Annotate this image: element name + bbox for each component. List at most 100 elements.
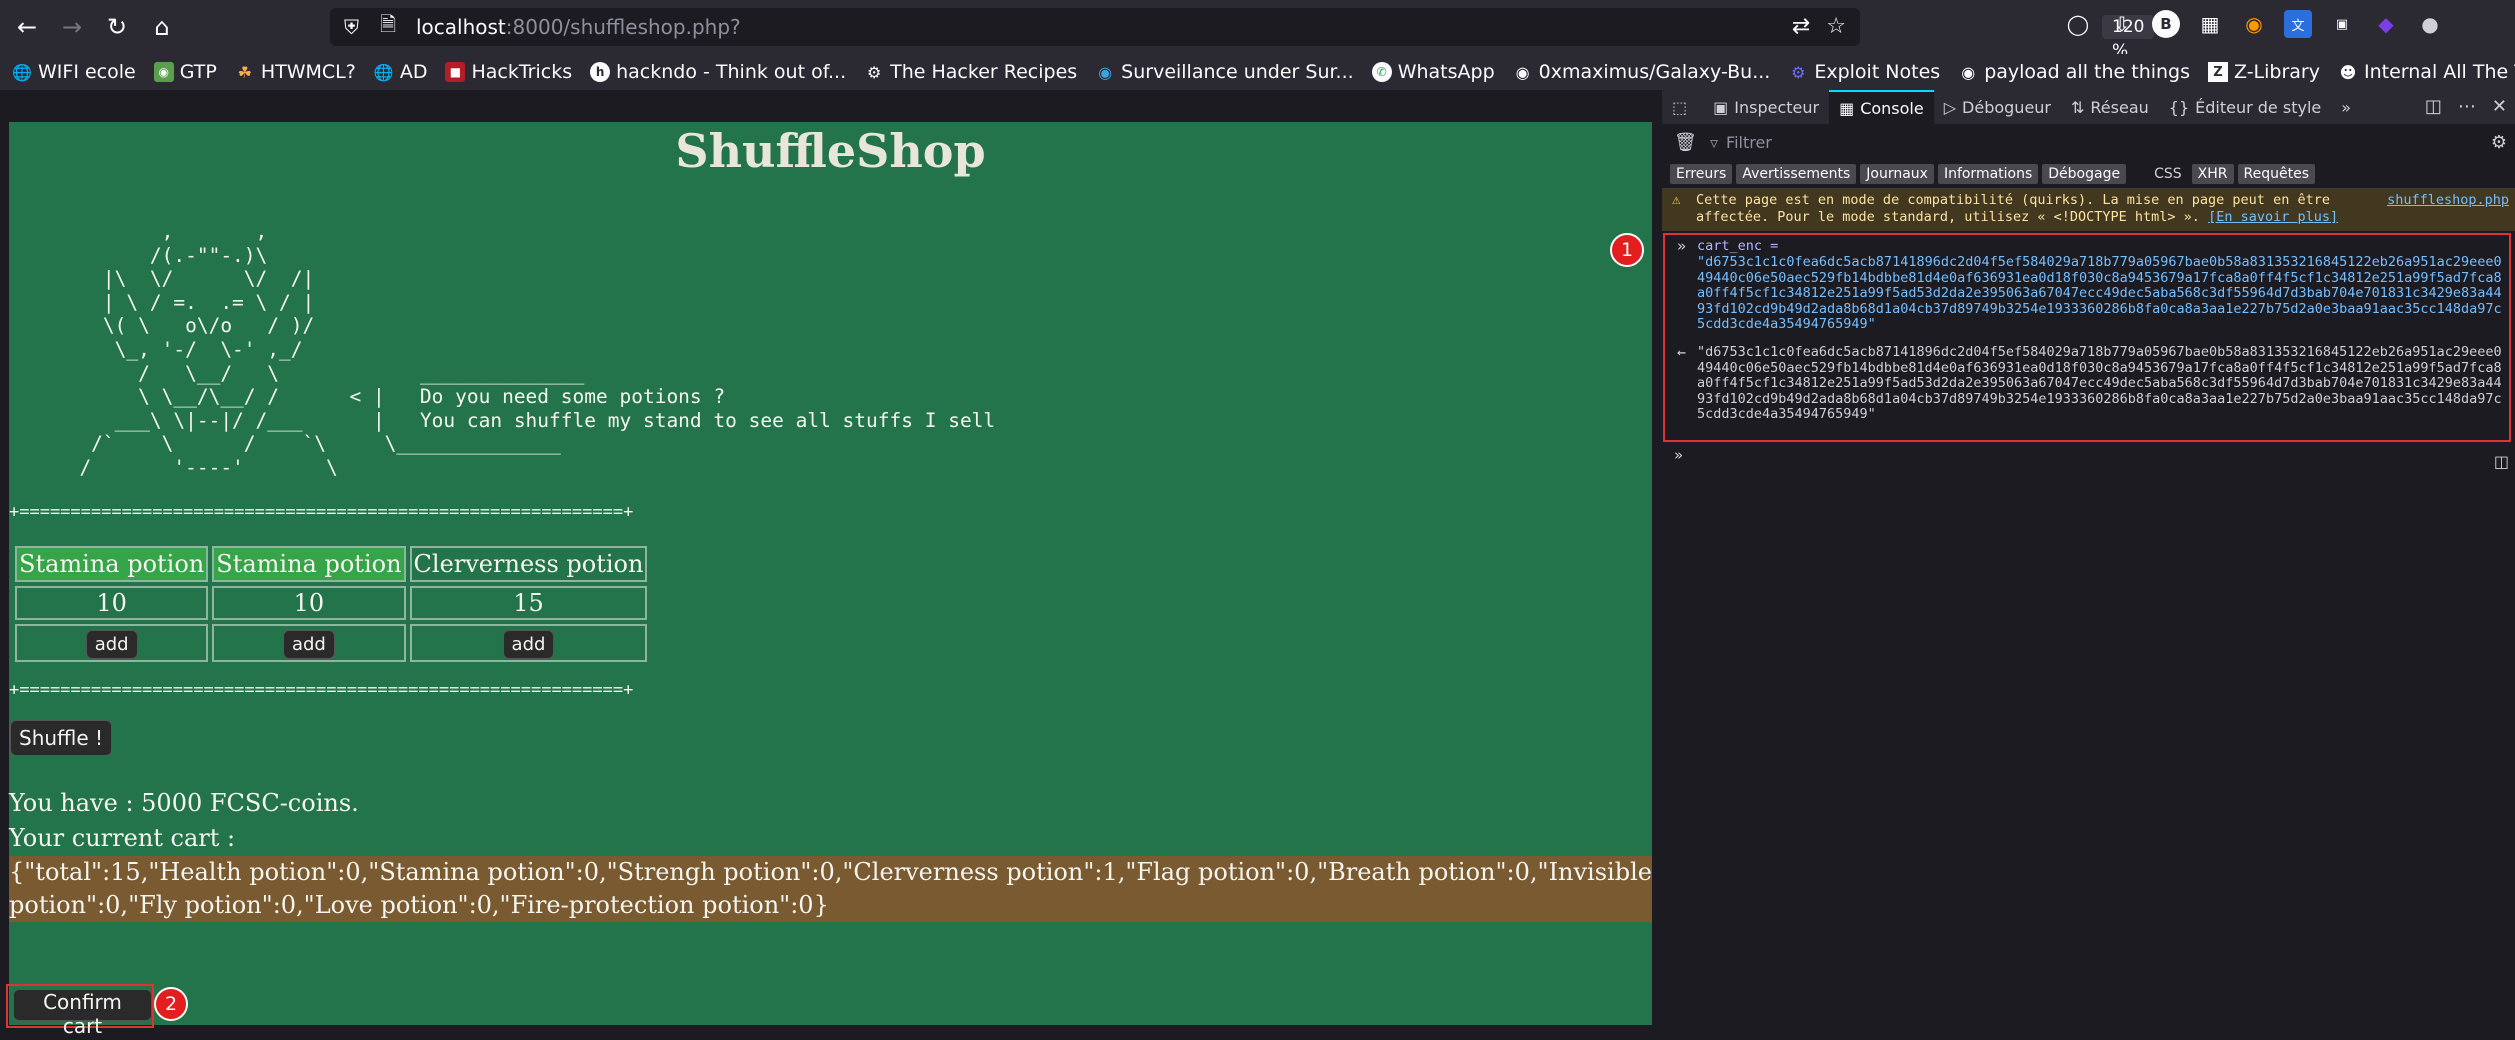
- bookmark-label: hackndo - Think out of...: [616, 61, 847, 83]
- bookmark-label: 0xmaximus/Galaxy-Bu...: [1538, 61, 1771, 83]
- profile-icon[interactable]: ●: [2416, 10, 2444, 38]
- bookmark-label: GTP: [179, 61, 217, 83]
- forward-arrow-icon[interactable]: →: [55, 10, 89, 44]
- extension-b-icon[interactable]: B: [2152, 10, 2180, 38]
- cart-contents: {"total":15,"Health potion":0,"Stamina p…: [9, 856, 1652, 922]
- pick-element-button[interactable]: ⬚: [1662, 90, 1703, 124]
- bookmark-label: WhatsApp: [1397, 61, 1495, 83]
- network-icon: ⇅: [2071, 97, 2085, 117]
- bookmark-item[interactable]: 🌐 WIFI ecole: [12, 61, 136, 83]
- filter-css[interactable]: CSS: [2148, 164, 2188, 184]
- add-to-cart-button[interactable]: add: [502, 629, 555, 659]
- tab-console[interactable]: ▦ Console: [1829, 90, 1934, 124]
- bookmark-label: HTWMCL?: [260, 61, 356, 83]
- filter-logs[interactable]: Journaux: [1860, 164, 1934, 184]
- bookmark-label: Exploit Notes: [1814, 61, 1941, 83]
- filter-warnings[interactable]: Avertissements: [1736, 164, 1857, 184]
- shuffle-button[interactable]: Shuffle !: [10, 720, 113, 756]
- tab-debugger[interactable]: ▷ Débogueur: [1934, 90, 2061, 124]
- warning-source-link[interactable]: shuffleshop.php: [2387, 192, 2509, 209]
- devtools-panel: ⬚ ▣ Inspecteur ▦ Console ▷ Débogueur ⇅ Résea…: [1662, 90, 2515, 1040]
- gtp-icon: ◉: [153, 62, 174, 82]
- foxyproxy-icon[interactable]: ◉: [2240, 10, 2268, 38]
- bookmark-item[interactable]: ☘ HTWMCL?: [235, 61, 356, 83]
- github-icon: ◉: [1515, 62, 1530, 82]
- puzzle-extensions-icon[interactable]: ▦: [2196, 10, 2224, 38]
- bookmark-item[interactable]: ◉ Surveillance under Sur...: [1095, 61, 1354, 83]
- filter-errors[interactable]: Erreurs: [1670, 164, 1733, 184]
- filter-info[interactable]: Informations: [1937, 164, 2039, 184]
- console-filter-input[interactable]: Filtrer: [1726, 133, 1772, 152]
- reload-icon[interactable]: ↻: [100, 10, 134, 44]
- wappalyzer-icon[interactable]: ◆: [2372, 10, 2400, 38]
- pick-element-icon: ⬚: [1672, 97, 1688, 117]
- whatsapp-icon: ✆: [1371, 62, 1392, 82]
- ascii-art-merchant: , , /(.-""-.)\ |\ \/ \/ /| | \ / =. .= \…: [79, 220, 996, 479]
- product-name: Clerverness potion: [409, 546, 648, 582]
- product-action-cell: add: [212, 624, 406, 662]
- filter-debug[interactable]: Débogage: [2042, 164, 2127, 184]
- tab-style-editor[interactable]: {} Éditeur de style: [2159, 90, 2331, 124]
- eye-icon: ◉: [1098, 62, 1113, 82]
- download-icon[interactable]: ⇩: [2108, 10, 2136, 38]
- page-title: ShuffleShop: [675, 124, 986, 178]
- dock-side-icon[interactable]: ◫: [2425, 96, 2442, 117]
- console-input-prompt-icon[interactable]: »: [1674, 446, 1683, 464]
- gear-icon[interactable]: ⚙: [2491, 132, 2507, 153]
- tab-network[interactable]: ⇅ Réseau: [2061, 90, 2159, 124]
- style-editor-icon: {}: [2168, 97, 2190, 117]
- browser-toolbar: ← → ↻ ⌂ ⛨ 🗎 localhost:8000/shuffleshop.p…: [0, 0, 2515, 61]
- product-price: 15: [409, 586, 648, 620]
- add-to-cart-button[interactable]: add: [282, 629, 335, 659]
- translate-icon[interactable]: ⇄: [1792, 14, 1810, 39]
- back-arrow-icon[interactable]: ←: [10, 10, 44, 44]
- chevron-double-right-icon: »: [2341, 97, 2352, 117]
- bookmark-label: The Hacker Recipes: [890, 61, 1078, 83]
- hackndo-icon: h: [590, 62, 611, 82]
- more-tabs-button[interactable]: »: [2331, 90, 2367, 124]
- console-highlight-box: » cart_enc = "d6753c1c1c0fea6dc5acb87141…: [1663, 233, 2511, 442]
- confirm-cart-button[interactable]: Confirm cart: [13, 989, 152, 1038]
- bookmark-item[interactable]: ◉ payload all the things: [1958, 61, 2190, 83]
- tab-inspector[interactable]: ▣ Inspecteur: [1703, 90, 1829, 124]
- hacktricks-icon: ■: [445, 62, 466, 82]
- bookmark-item[interactable]: ◉ GTP: [153, 61, 217, 83]
- bookmark-item[interactable]: ◉ 0xmaximus/Galaxy-Bu...: [1513, 61, 1771, 83]
- bookmark-item[interactable]: ⚙ Exploit Notes: [1788, 61, 1940, 83]
- annotation-badge-2: 2: [154, 987, 188, 1021]
- product-name: Stamina potion: [15, 546, 209, 582]
- close-icon[interactable]: ✕: [2492, 96, 2507, 117]
- more-options-icon[interactable]: ⋯: [2458, 96, 2476, 117]
- url-text[interactable]: localhost:8000/shuffleshop.php?: [416, 15, 741, 39]
- annotation-badge-1: 1: [1610, 233, 1644, 267]
- cookie-editor-icon[interactable]: ▣: [2328, 10, 2356, 38]
- clear-console-trash-icon[interactable]: 🗑: [1674, 132, 1704, 153]
- bookmark-item[interactable]: ⚙ The Hacker Recipes: [864, 61, 1077, 83]
- filter-xhr[interactable]: XHR: [2191, 164, 2234, 184]
- page-info-icon[interactable]: 🗎: [380, 10, 406, 44]
- bookmark-item[interactable]: ✆ WhatsApp: [1371, 61, 1495, 83]
- add-to-cart-button[interactable]: add: [85, 629, 138, 659]
- url-bar[interactable]: ⛨ 🗎 localhost:8000/shuffleshop.php? 120 …: [330, 8, 2155, 61]
- bookmark-star-icon[interactable]: ☆: [1826, 14, 1846, 39]
- bookmark-item[interactable]: h hackndo - Think out of...: [590, 61, 846, 83]
- output-arrow-icon: ←: [1677, 343, 1687, 361]
- tracking-shield-icon[interactable]: ⛨: [344, 15, 370, 39]
- extensions-area: ◯ ⇩ B ▦ ◉ 文 ▣ ◆ ●: [2064, 10, 2444, 38]
- filter-requests[interactable]: Requêtes: [2237, 164, 2315, 184]
- pocket-icon[interactable]: ◯: [2064, 10, 2092, 38]
- bookmark-label: HackTricks: [471, 61, 573, 83]
- learn-more-link[interactable]: [En savoir plus]: [2208, 209, 2338, 225]
- bookmark-item[interactable]: Z Z-Library: [2208, 61, 2320, 83]
- home-icon[interactable]: ⌂: [145, 10, 179, 44]
- bookmark-item[interactable]: ■ HackTricks: [445, 61, 572, 83]
- translate-extension-icon[interactable]: 文: [2284, 10, 2312, 38]
- inspector-icon: ▣: [1713, 97, 1729, 117]
- console-icon: ▦: [1839, 98, 1855, 118]
- split-console-icon[interactable]: ◫: [2494, 452, 2509, 471]
- warning-message: Cette page est en mode de compatibilité …: [1696, 192, 2376, 226]
- product-name: Stamina potion: [212, 546, 406, 582]
- bookmark-item[interactable]: 🌐 AD: [374, 61, 428, 83]
- debugger-icon: ▷: [1943, 97, 1957, 117]
- bookmark-item[interactable]: ☻ Internal All The Things: [2338, 61, 2515, 83]
